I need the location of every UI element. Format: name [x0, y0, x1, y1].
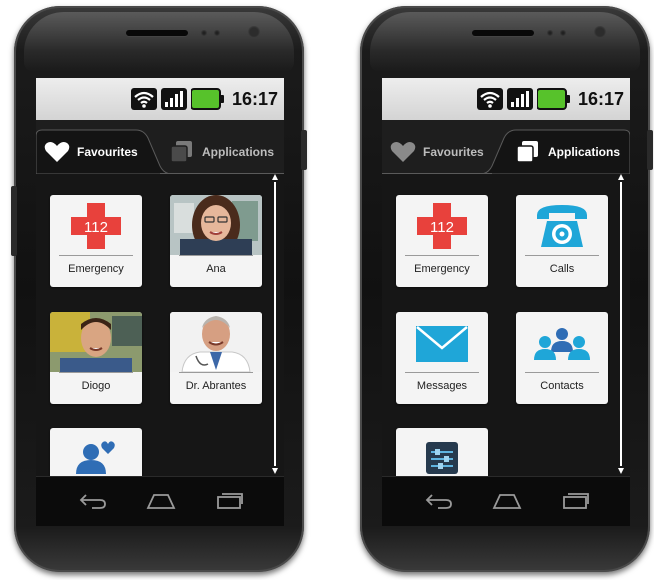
- signal-icon: [160, 88, 187, 110]
- recent-apps-icon[interactable]: [560, 492, 590, 510]
- battery-icon: [190, 88, 224, 110]
- earpiece-speaker: [472, 30, 534, 36]
- card-divider: [179, 255, 253, 256]
- favourite-emergency[interactable]: 112 Emergency: [50, 195, 142, 287]
- wifi-icon: [130, 88, 157, 110]
- favourites-grid: 112 Emergency Ana Diogo Dr. Abrantes: [36, 174, 284, 520]
- scroll-up-arrow: [272, 174, 278, 180]
- card-label: Emergency: [414, 263, 470, 275]
- scroll-down-arrow: [272, 468, 278, 474]
- card-divider: [59, 372, 133, 373]
- phone-right: 16:17 Favourites Applications 112 Emerge…: [360, 6, 653, 572]
- emergency-cross-icon: 112: [417, 203, 467, 249]
- wifi-icon: [476, 88, 503, 110]
- tab-applications-label: Applications: [202, 145, 275, 159]
- status-bar: 16:17: [36, 78, 284, 120]
- app-emergency[interactable]: 112 Emergency: [396, 195, 488, 287]
- card-divider: [405, 255, 479, 256]
- card-divider: [525, 255, 599, 256]
- battery-icon: [536, 88, 570, 110]
- app-calls[interactable]: Calls: [516, 195, 608, 287]
- contacts-group-icon: [534, 328, 590, 360]
- power-button[interactable]: [647, 130, 653, 170]
- screen: 16:17 Favourites Applications 112 Emerge…: [382, 78, 630, 526]
- tab-applications-label: Applications: [548, 145, 621, 159]
- status-bar: 16:17: [382, 78, 630, 120]
- emergency-cross-icon: 112: [71, 203, 121, 249]
- signal-icon: [506, 88, 533, 110]
- card-label: Ana: [206, 263, 226, 275]
- emergency-number: 112: [430, 219, 454, 236]
- card-label: Dr. Abrantes: [185, 380, 247, 392]
- favourite-ana[interactable]: Ana: [170, 195, 262, 287]
- home-icon[interactable]: [492, 492, 522, 510]
- scroll-up-arrow: [618, 174, 624, 180]
- add-favourite-icon: [76, 441, 115, 474]
- front-camera: [248, 26, 260, 38]
- tab-favourites[interactable]: Favourites: [390, 132, 484, 172]
- contact-photo-ana: [170, 195, 262, 255]
- telephone-icon: [537, 205, 587, 247]
- tab-favourites-label: Favourites: [423, 145, 484, 159]
- home-icon[interactable]: [146, 492, 176, 510]
- back-icon[interactable]: [424, 492, 454, 510]
- sensor-dot: [214, 30, 220, 36]
- tab-bar: Favourites Applications: [36, 120, 284, 174]
- navigation-bar: [382, 476, 630, 526]
- scroll-down-arrow: [618, 468, 624, 474]
- card-divider: [525, 372, 599, 373]
- card-label: Emergency: [68, 263, 124, 275]
- tab-bar: Favourites Applications: [382, 120, 630, 174]
- envelope-icon: [416, 326, 468, 362]
- sensor-dot: [560, 30, 566, 36]
- phone-shine: [24, 12, 294, 72]
- card-label: Contacts: [540, 380, 584, 392]
- card-label: Calls: [549, 263, 575, 275]
- phone-left: 16:17 Favourites Applications 112 Emerge…: [11, 6, 307, 572]
- favourite-dr-abrantes[interactable]: Dr. Abrantes: [170, 312, 262, 404]
- tab-favourites[interactable]: Favourites: [44, 132, 138, 172]
- status-time: 16:17: [231, 88, 278, 109]
- scrollbar[interactable]: [272, 174, 278, 474]
- app-contacts[interactable]: Contacts: [516, 312, 608, 404]
- applications-grid: 112 Emergency Calls Messages Contacts: [382, 174, 630, 520]
- screen: 16:17 Favourites Applications 112 Emerge…: [36, 78, 284, 526]
- contact-photo-doctor: [170, 312, 262, 372]
- applications-icon: [516, 141, 538, 163]
- earpiece-speaker: [126, 30, 188, 36]
- app-messages[interactable]: Messages: [396, 312, 488, 404]
- navigation-bar: [36, 476, 284, 526]
- status-time: 16:17: [577, 88, 624, 109]
- tab-applications[interactable]: Applications: [516, 132, 620, 172]
- tab-favourites-label: Favourites: [77, 145, 138, 159]
- front-camera: [594, 26, 606, 38]
- applications-icon: [170, 141, 192, 163]
- volume-button[interactable]: [11, 186, 17, 256]
- card-label: Diogo: [81, 380, 111, 392]
- scrollbar[interactable]: [618, 174, 624, 474]
- card-divider: [405, 372, 479, 373]
- card-divider: [179, 372, 253, 373]
- emergency-number: 112: [84, 219, 108, 236]
- card-label: Messages: [416, 380, 468, 392]
- contact-photo-diogo: [50, 312, 142, 372]
- phone-shine: [370, 12, 640, 72]
- heart-icon: [44, 142, 70, 162]
- settings-sliders-icon: [426, 442, 458, 474]
- card-divider: [59, 255, 133, 256]
- tab-applications[interactable]: Applications: [170, 132, 274, 172]
- power-button[interactable]: [301, 130, 307, 170]
- heart-icon: [390, 142, 416, 162]
- recent-apps-icon[interactable]: [214, 492, 244, 510]
- back-icon[interactable]: [78, 492, 108, 510]
- sensor-dot: [547, 30, 553, 36]
- favourite-diogo[interactable]: Diogo: [50, 312, 142, 404]
- sensor-dot: [201, 30, 207, 36]
